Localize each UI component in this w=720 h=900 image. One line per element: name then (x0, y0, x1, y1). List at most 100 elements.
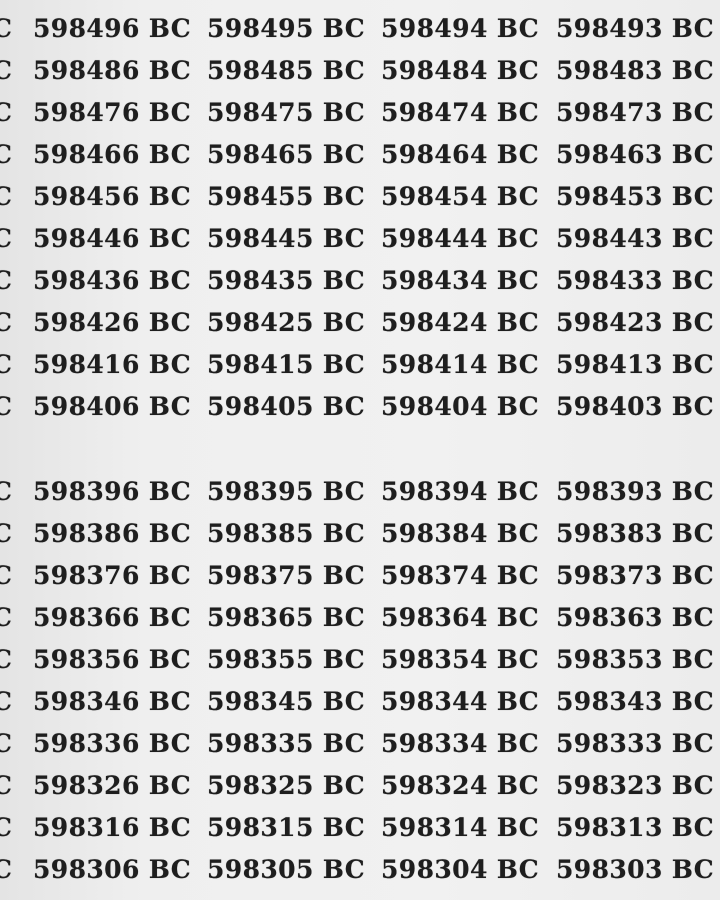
serial-number-cell: 598346 BC (33, 681, 191, 723)
serial-number-cell: 598356 BC (33, 639, 191, 681)
era-suffix: BC (322, 224, 366, 253)
era-suffix: BC (496, 98, 540, 127)
number-row: C 598486 BC 598485 BC 598484 BC 598483 BC (0, 50, 720, 92)
serial-number-cell: 598335 BC (207, 723, 365, 765)
era-suffix: BC (496, 140, 540, 169)
serial-number-cell: 598446 BC (33, 218, 191, 260)
serial-number: 598334 (381, 729, 488, 758)
serial-number-cell: 598456 BC (33, 176, 191, 218)
number-row: C 598406 BC 598405 BC 598404 BC 598403 BC (0, 386, 720, 428)
serial-number-cell: 598354 BC (381, 639, 539, 681)
era-suffix: BC (148, 729, 192, 758)
cut-off-suffix-letter: C (0, 308, 13, 337)
era-suffix: BC (322, 645, 366, 674)
serial-number: 598395 (207, 477, 314, 506)
serial-number-cell: 598374 BC (381, 555, 539, 597)
era-suffix: BC (322, 519, 366, 548)
serial-number-cell: 598324 BC (381, 765, 539, 807)
cut-off-suffix-letter: C (0, 603, 13, 632)
era-suffix: BC (148, 56, 192, 85)
serial-number-cell: 598445 BC (207, 218, 365, 260)
era-suffix: BC (496, 392, 540, 421)
serial-number-cell: 598394 BC (381, 471, 539, 513)
serial-number-cell: 598366 BC (33, 597, 191, 639)
serial-number-cell: 598455 BC (207, 176, 365, 218)
era-suffix: BC (322, 266, 366, 295)
serial-number-cell: 598323 BC (556, 765, 714, 807)
cut-off-suffix-letter: C (0, 813, 13, 842)
serial-number-cell: 598376 BC (33, 555, 191, 597)
number-row: C 598446 BC 598445 BC 598444 BC 598443 BC (0, 218, 720, 260)
serial-number: 598336 (33, 729, 140, 758)
number-row: C 598306 BC 598305 BC 598304 BC 598303 BC (0, 849, 720, 891)
serial-number-cell: 598383 BC (556, 513, 714, 555)
number-row: C 598396 BC 598395 BC 598394 BC 598393 BC (0, 471, 720, 513)
era-suffix: BC (671, 392, 715, 421)
serial-number-cell: 598306 BC (33, 849, 191, 891)
era-suffix: BC (671, 266, 715, 295)
serial-number-cell: 598303 BC (556, 849, 714, 891)
era-suffix: BC (148, 603, 192, 632)
serial-number: 598346 (33, 687, 140, 716)
era-suffix: BC (496, 308, 540, 337)
number-row: C 598416 BC 598415 BC 598414 BC 598413 BC (0, 344, 720, 386)
serial-number: 598374 (381, 561, 488, 590)
serial-number-cell: 598493 BC (556, 8, 714, 50)
number-row: C 598356 BC 598355 BC 598354 BC 598353 BC (0, 639, 720, 681)
serial-number: 598453 (556, 182, 663, 211)
number-row: C 598326 BC 598325 BC 598324 BC 598323 BC (0, 765, 720, 807)
serial-number-cell: 598375 BC (207, 555, 365, 597)
serial-number-cell: 598385 BC (207, 513, 365, 555)
era-suffix: BC (671, 729, 715, 758)
serial-number-cell: 598364 BC (381, 597, 539, 639)
serial-number-cell: 598333 BC (556, 723, 714, 765)
serial-number: 598435 (207, 266, 314, 295)
serial-number: 598355 (207, 645, 314, 674)
serial-number: 598305 (207, 855, 314, 884)
serial-number-cell: 598396 BC (33, 471, 191, 513)
serial-number-cell: 598474 BC (381, 92, 539, 134)
serial-number-cell: 598343 BC (556, 681, 714, 723)
era-suffix: BC (671, 350, 715, 379)
serial-number: 598314 (381, 813, 488, 842)
serial-number: 598416 (33, 350, 140, 379)
era-suffix: BC (671, 855, 715, 884)
serial-number-cell: 598464 BC (381, 134, 539, 176)
era-suffix: BC (148, 771, 192, 800)
serial-number: 598313 (556, 813, 663, 842)
serial-number: 598323 (556, 771, 663, 800)
cut-off-suffix-letter: C (0, 140, 13, 169)
serial-number: 598414 (381, 350, 488, 379)
era-suffix: BC (322, 855, 366, 884)
era-suffix: BC (496, 477, 540, 506)
era-suffix: BC (496, 56, 540, 85)
era-suffix: BC (322, 477, 366, 506)
serial-number-cell: 598405 BC (207, 386, 365, 428)
serial-number: 598304 (381, 855, 488, 884)
number-row: C 598456 BC 598455 BC 598454 BC 598453 BC (0, 176, 720, 218)
era-suffix: BC (671, 561, 715, 590)
serial-number-cell: 598384 BC (381, 513, 539, 555)
serial-number: 598326 (33, 771, 140, 800)
number-block-bottom: C 598396 BC 598395 BC 598394 BC 598393 BC C 598386… (0, 471, 720, 891)
era-suffix: BC (148, 687, 192, 716)
number-row: C 598366 BC 598365 BC 598364 BC 598363 BC (0, 597, 720, 639)
era-suffix: BC (671, 98, 715, 127)
era-suffix: BC (322, 350, 366, 379)
serial-number: 598384 (381, 519, 488, 548)
serial-number: 598423 (556, 308, 663, 337)
serial-number: 598385 (207, 519, 314, 548)
serial-number: 598373 (556, 561, 663, 590)
era-suffix: BC (148, 561, 192, 590)
serial-number-cell: 598325 BC (207, 765, 365, 807)
serial-number-cell: 598326 BC (33, 765, 191, 807)
era-suffix: BC (496, 561, 540, 590)
era-suffix: BC (671, 813, 715, 842)
number-row: C 598476 BC 598475 BC 598474 BC 598473 BC (0, 92, 720, 134)
era-suffix: BC (148, 350, 192, 379)
number-row: C 598316 BC 598315 BC 598314 BC 598313 BC (0, 807, 720, 849)
serial-number: 598424 (381, 308, 488, 337)
serial-number-cell: 598353 BC (556, 639, 714, 681)
serial-number-cell: 598475 BC (207, 92, 365, 134)
serial-number: 598474 (381, 98, 488, 127)
